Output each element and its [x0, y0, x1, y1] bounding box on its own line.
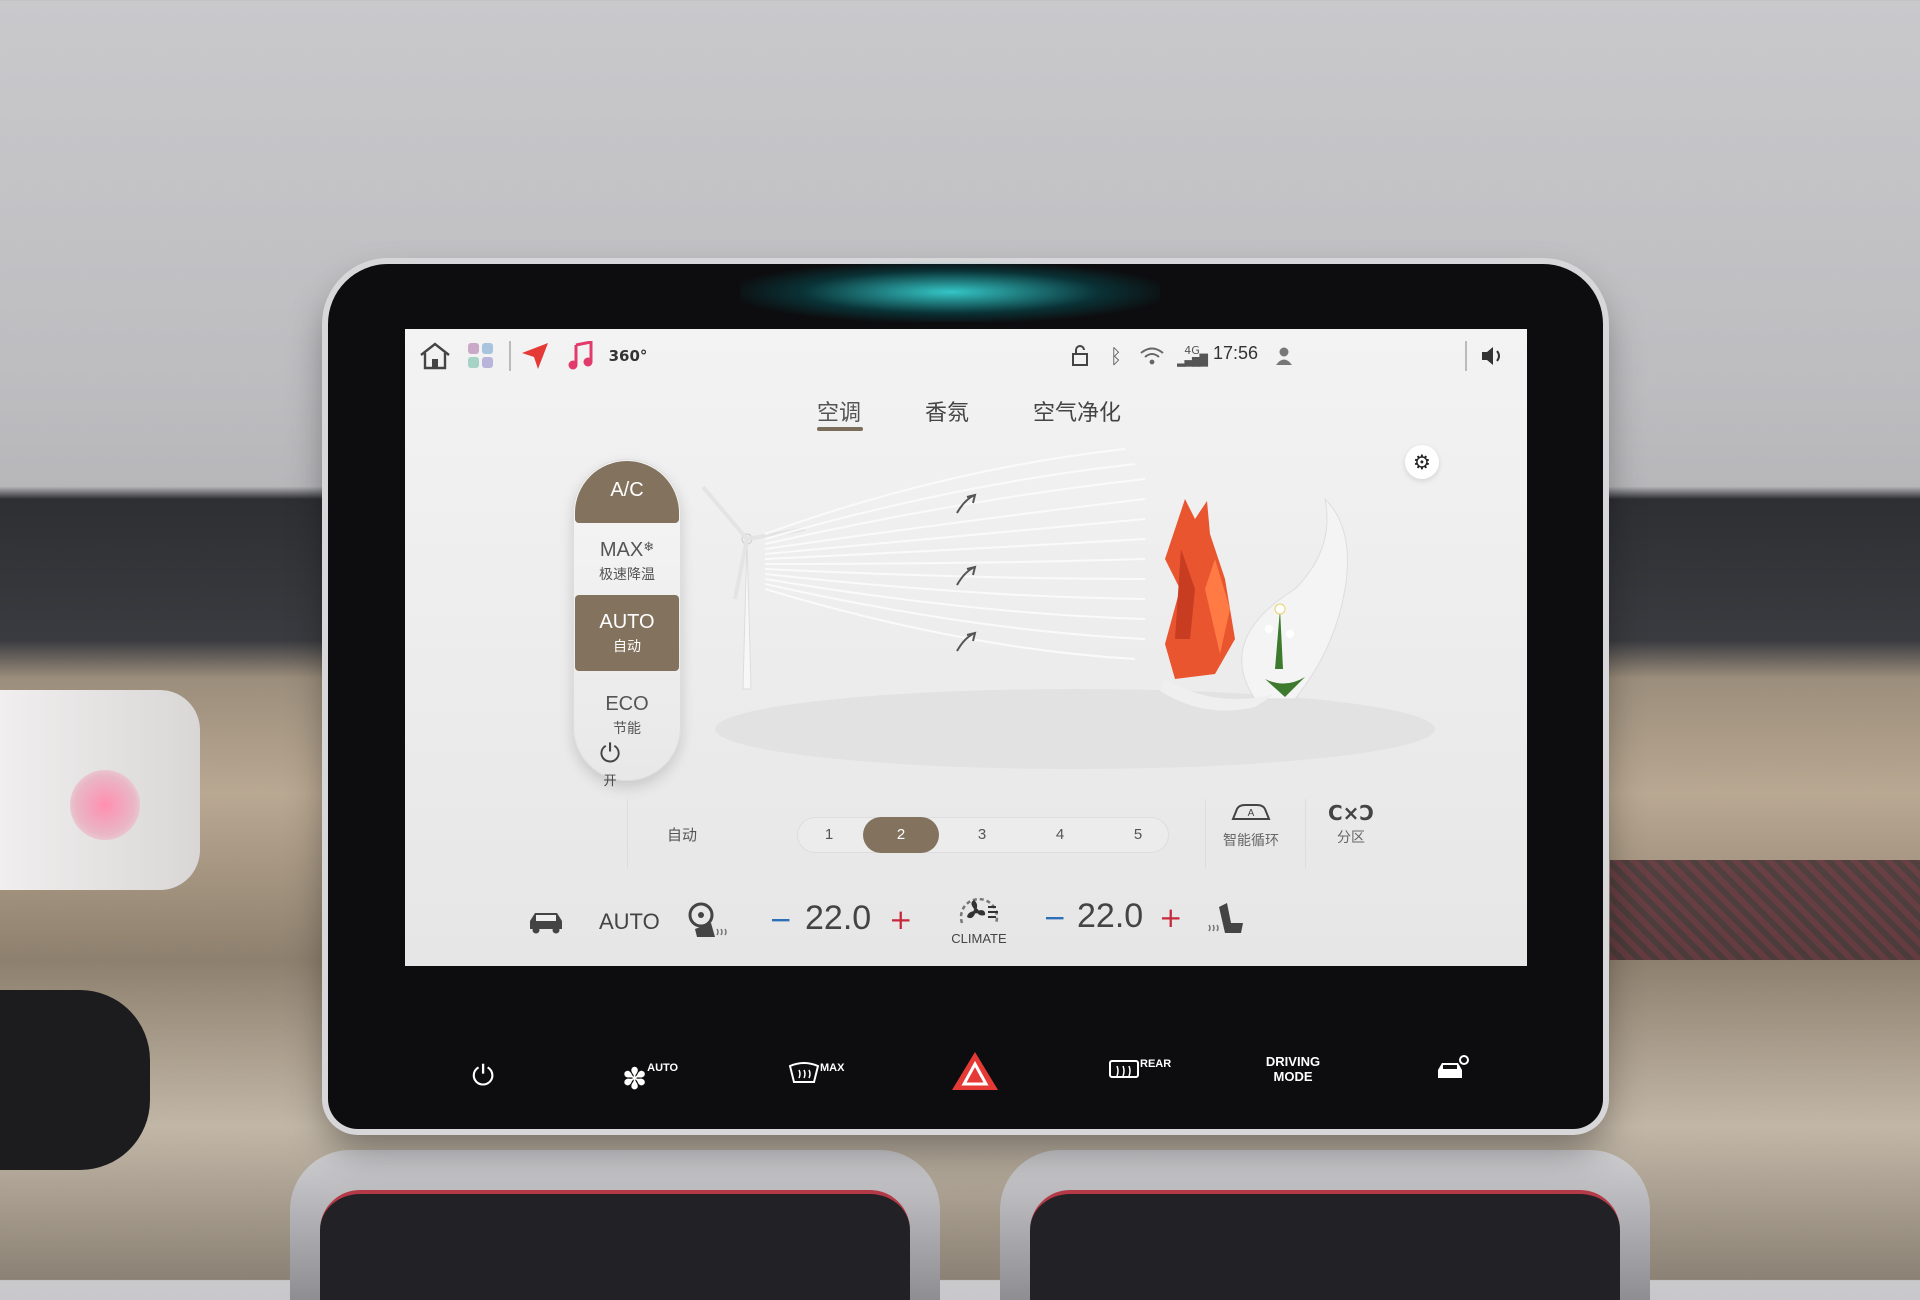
zone-label: 分区 [1337, 830, 1365, 846]
user-profile-icon[interactable] [1269, 339, 1299, 373]
smart-recirculation-button[interactable]: A 智能循环 [1211, 801, 1291, 850]
power-button[interactable]: ⏻ 开 [585, 739, 635, 789]
ac-label: A/C [610, 479, 644, 501]
navigation-icon[interactable] [517, 339, 553, 373]
vehicle-settings-key[interactable] [1436, 1054, 1470, 1087]
divider [509, 341, 511, 371]
fan-speed-1[interactable]: 1 [804, 817, 854, 853]
fan-speed-4[interactable]: 4 [1035, 817, 1085, 853]
unlock-icon [1067, 339, 1097, 373]
rear-label: REAR [1140, 1058, 1172, 1070]
secondary-display [0, 690, 200, 890]
ac-button[interactable]: A/C [575, 461, 679, 523]
fan-speed-3[interactable]: 3 [957, 817, 1007, 853]
climate-button[interactable]: CLIMATE [939, 889, 1019, 946]
divider [1465, 341, 1467, 371]
climate-label: CLIMATE [951, 931, 1007, 946]
driving-mode-line2: MODE [1273, 1069, 1313, 1084]
left-temp-decrease-button[interactable]: − [769, 903, 792, 936]
fan-climate-icon [939, 889, 1019, 937]
right-temperature: 22.0 [1077, 897, 1144, 935]
wifi-icon [1135, 339, 1169, 373]
fan-icon: ✽ [622, 1063, 648, 1096]
front-defrost-key[interactable]: MAX [788, 1062, 844, 1091]
auto-mode-button[interactable]: AUTO 自动 [575, 595, 679, 671]
rear-defrost-icon [1109, 1060, 1139, 1078]
max-sublabel: 极速降温 [599, 567, 655, 583]
eco-sublabel: 节能 [613, 721, 641, 737]
hazard-key[interactable] [950, 1050, 1000, 1097]
divider [1305, 799, 1306, 869]
active-tab-indicator [817, 427, 863, 431]
apps-grid-icon[interactable] [463, 339, 499, 373]
power-key-icon[interactable]: ⏻ [472, 1060, 494, 1093]
gear-knob [0, 990, 150, 1170]
ambient-light [740, 262, 1160, 322]
power-label: 开 [603, 774, 617, 789]
camera-360-icon[interactable]: 360° [605, 339, 651, 373]
max-cooling-button[interactable]: MAX❄ 极速降温 [575, 529, 679, 591]
clock: 17:56 [1213, 343, 1259, 363]
driving-mode-key[interactable]: DRIVING MODE [1258, 1054, 1328, 1084]
music-icon[interactable] [563, 339, 599, 373]
power-icon: ⏻ [599, 739, 621, 769]
airflow-illustration [701, 448, 1435, 769]
cellular-signal-icon: 4G ▂▄▆█ [1177, 344, 1208, 367]
eco-label: ECO [605, 693, 649, 715]
fan-speed-slider[interactable]: 1 2 3 4 5 [797, 817, 1169, 853]
bluetooth-icon: ᛒ [1110, 344, 1122, 368]
air-vent-left [290, 1150, 940, 1300]
recirculation-icon: A [1211, 801, 1291, 828]
fan-auto-label: AUTO [647, 1062, 679, 1074]
right-temp-decrease-button[interactable]: − [1043, 901, 1066, 934]
climate-mode-label[interactable]: AUTO [599, 909, 660, 935]
dashboard-trim [1610, 860, 1920, 960]
tab-fragrance[interactable]: 香氛 [925, 395, 969, 427]
car-icon[interactable] [527, 909, 565, 939]
air-vent-right [1000, 1150, 1650, 1300]
seat-heat-icon[interactable] [1205, 899, 1247, 943]
steering-heat-icon[interactable] [685, 901, 729, 949]
recirculation-label: 智能循环 [1223, 833, 1279, 849]
svg-text:A: A [1248, 808, 1255, 819]
fan-auto-label[interactable]: 自动 [667, 824, 697, 845]
auto-sublabel: 自动 [613, 639, 641, 655]
windshield-defrost-icon [788, 1062, 820, 1083]
ac-mode-selector: A/C MAX❄ 极速降温 AUTO 自动 ECO 节能 [573, 459, 681, 781]
tab-air-purification[interactable]: 空气净化 [1033, 395, 1121, 427]
snowflake-icon: ❄ [643, 539, 655, 554]
driving-mode-line1: DRIVING [1265, 1054, 1321, 1069]
home-icon[interactable] [415, 339, 455, 373]
divider [1205, 799, 1206, 869]
fan-speed-2[interactable]: 2 [863, 817, 939, 853]
touchscreen: 360° ᛒ 4G ▂▄▆█ 17:56 空调 香氛 空气净化 ⚙ A/C MA… [405, 329, 1527, 966]
zone-button[interactable]: C×Ↄ 分区 [1311, 801, 1391, 847]
volume-icon[interactable] [1475, 339, 1511, 373]
max-label: MAX [599, 539, 644, 561]
auto-label: AUTO [599, 611, 655, 633]
left-temp-increase-button[interactable]: + [889, 903, 912, 936]
left-temperature: 22.0 [805, 899, 872, 937]
rear-defrost-key[interactable]: REAR [1108, 1058, 1171, 1089]
fan-auto-key[interactable]: ✽AUTO [622, 1062, 678, 1097]
divider [627, 799, 628, 869]
defrost-max-label: MAX [820, 1062, 845, 1074]
tab-air-conditioning[interactable]: 空调 [817, 395, 861, 427]
fan-speed-5[interactable]: 5 [1113, 817, 1163, 853]
car-settings-icon [1438, 1055, 1469, 1078]
right-temp-increase-button[interactable]: + [1159, 901, 1182, 934]
zone-icon: C×Ↄ [1327, 801, 1375, 825]
hazard-icon [952, 1052, 998, 1090]
media-art [70, 770, 140, 840]
